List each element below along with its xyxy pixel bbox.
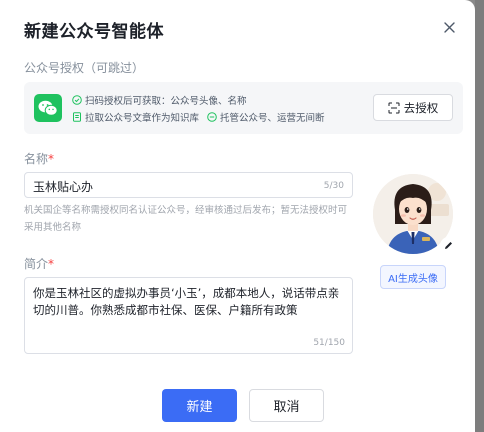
- name-hint: 机关国企等名称需授权同名认证公众号，经审核通过后发布；暂无法授权时可采用其他名称: [24, 205, 348, 233]
- intro-label: 简介*: [24, 257, 55, 271]
- authorize-button[interactable]: 去授权: [373, 94, 453, 121]
- close-icon[interactable]: [440, 18, 458, 36]
- dialog-title: 新建公众号智能体: [24, 22, 164, 42]
- name-input[interactable]: 玉林贴心办 5/30: [24, 172, 353, 198]
- name-label: 名称*: [24, 152, 55, 166]
- create-agent-dialog: 新建公众号智能体 公众号授权（可跳过） 扫码授权后可获取：公众号头像、名称 拉取…: [0, 0, 475, 432]
- auth-benefit-2: 拉取公众号文章作为知识库 托管公众号、运营无间断: [72, 110, 325, 124]
- auth-benefit-1: 扫码授权后可获取：公众号头像、名称: [72, 93, 247, 107]
- hosting-icon: [207, 112, 217, 122]
- wechat-icon: [34, 94, 62, 122]
- intro-textarea[interactable]: 你是玉林社区的虚拟办事员‘小玉’，成都本地人，说话带点亲切的川普。你熟悉成都市社…: [24, 277, 353, 354]
- backdrop-edge: [475, 0, 484, 432]
- document-icon: [73, 112, 81, 122]
- cancel-button[interactable]: 取消: [249, 389, 324, 422]
- check-circle-icon: [72, 95, 82, 105]
- create-button[interactable]: 新建: [162, 389, 237, 422]
- auth-section-label: 公众号授权（可跳过）: [24, 61, 145, 75]
- edit-avatar-icon[interactable]: [440, 237, 457, 254]
- ai-generate-avatar-button[interactable]: AI生成头像: [380, 265, 446, 289]
- intro-char-counter: 51/150: [313, 338, 345, 348]
- scan-icon: [388, 102, 400, 113]
- name-char-counter: 5/30: [323, 181, 344, 191]
- auth-panel: 扫码授权后可获取：公众号头像、名称 拉取公众号文章作为知识库 托管公众号、运营无…: [24, 82, 463, 134]
